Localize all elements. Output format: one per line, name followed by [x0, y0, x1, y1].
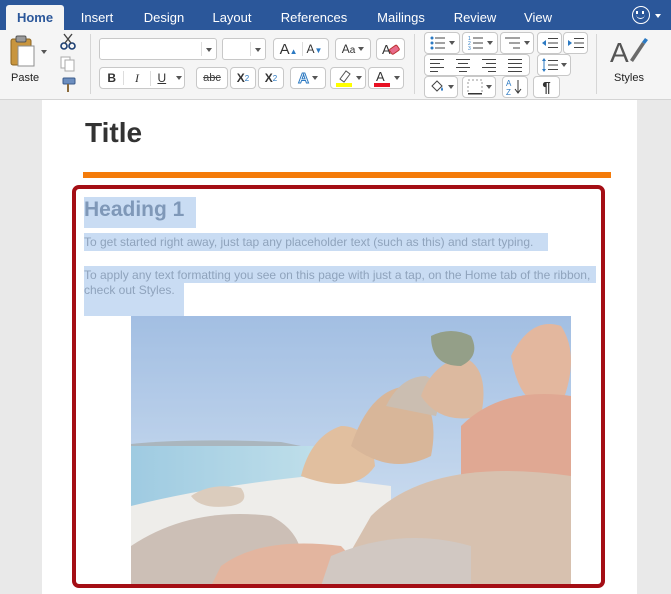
underline-button[interactable]: U — [151, 71, 173, 85]
cut-icon[interactable] — [58, 33, 78, 51]
alignment-buttons — [424, 54, 530, 76]
text-effects-button[interactable]: A — [290, 67, 326, 89]
strikethrough-button[interactable]: abc — [196, 67, 228, 89]
tab-review[interactable]: Review — [444, 5, 506, 30]
tab-references[interactable]: References — [271, 5, 357, 30]
multilevel-list-icon — [504, 37, 520, 49]
clear-formatting-icon: A — [382, 42, 400, 57]
borders-icon — [467, 79, 482, 95]
shading-button[interactable] — [424, 76, 458, 98]
multilevel-list-button[interactable] — [500, 32, 534, 54]
grow-font-icon[interactable]: A▲ — [280, 41, 298, 58]
tab-view[interactable]: View — [514, 5, 562, 30]
highlighter-icon — [335, 70, 352, 87]
change-case-icon: Aa — [341, 42, 356, 56]
format-painter-icon[interactable] — [59, 77, 77, 93]
superscript-base: X — [264, 71, 273, 85]
shrink-font-icon[interactable]: A▼ — [307, 42, 323, 56]
title-underline-rule — [83, 172, 611, 178]
font-name-combo[interactable] — [99, 38, 217, 60]
document-title[interactable]: Title — [85, 117, 142, 149]
styles-label: Styles — [614, 72, 644, 84]
paste-label: Paste — [11, 72, 40, 84]
bold-button[interactable]: B — [100, 71, 125, 85]
chevron-down-icon — [255, 48, 261, 52]
italic-button[interactable]: I — [124, 70, 151, 86]
chevron-down-icon — [206, 48, 212, 52]
chevron-down-icon[interactable] — [176, 76, 182, 80]
feedback-caret-icon[interactable] — [655, 14, 661, 18]
align-right-icon[interactable] — [477, 58, 503, 72]
strikethrough-label: abc — [203, 72, 221, 84]
numbering-button[interactable]: 1 2 3 — [462, 32, 498, 54]
ribbon-separator — [596, 34, 597, 94]
sort-button[interactable]: A Z — [502, 76, 528, 98]
line-spacing-icon — [541, 58, 558, 72]
highlight-annotation-frame — [72, 185, 605, 588]
sort-icon: A Z — [506, 79, 522, 96]
svg-text:Z: Z — [506, 88, 511, 96]
svg-text:3: 3 — [468, 46, 471, 50]
highlight-color-button[interactable] — [330, 67, 366, 89]
subscript-base: X — [236, 71, 245, 85]
line-spacing-button[interactable] — [537, 54, 571, 76]
tab-layout[interactable]: Layout — [201, 5, 263, 30]
align-center-icon[interactable] — [451, 58, 477, 72]
subscript-button[interactable]: X2 — [230, 67, 256, 89]
align-left-icon[interactable] — [425, 58, 451, 72]
clear-formatting-button[interactable]: A — [376, 38, 405, 60]
font-color-icon: A — [373, 69, 390, 87]
shading-bucket-icon — [430, 80, 443, 92]
subscript-mark: 2 — [244, 73, 250, 83]
ribbon-separator — [414, 34, 415, 94]
text-format-buttons: B I U — [99, 67, 185, 89]
tab-home[interactable]: Home — [6, 5, 64, 30]
font-size-combo[interactable] — [222, 38, 266, 60]
bullets-icon — [430, 36, 445, 50]
font-color-button[interactable]: A — [368, 67, 404, 89]
show-formatting-button[interactable]: ¶ — [533, 76, 560, 98]
borders-button[interactable] — [462, 76, 496, 98]
ribbon-separator — [90, 34, 91, 94]
decrease-indent-icon — [541, 38, 558, 48]
paste-button[interactable] — [8, 35, 48, 71]
clipboard-icon — [10, 35, 47, 67]
text-effects-icon: A — [298, 69, 310, 87]
svg-text:A: A — [506, 79, 512, 88]
increase-indent-icon — [567, 38, 584, 48]
numbering-icon: 1 2 3 — [468, 36, 483, 50]
svg-text:A: A — [376, 69, 385, 84]
justify-icon[interactable] — [503, 58, 529, 72]
tab-design[interactable]: Design — [133, 5, 195, 30]
superscript-button[interactable]: X2 — [258, 67, 284, 89]
change-case-button[interactable]: Aa — [335, 38, 371, 60]
copy-icon[interactable] — [60, 56, 76, 72]
tab-insert[interactable]: Insert — [69, 5, 125, 30]
svg-text:A: A — [610, 37, 629, 68]
increase-indent-button[interactable] — [563, 32, 588, 54]
superscript-mark: 2 — [272, 73, 278, 83]
pilcrow-icon: ¶ — [542, 78, 551, 96]
font-size-buttons: A▲ A▼ — [273, 38, 329, 60]
decrease-indent-button[interactable] — [537, 32, 562, 54]
bullets-button[interactable] — [424, 32, 460, 54]
tab-mailings[interactable]: Mailings — [366, 5, 436, 30]
styles-icon: A — [610, 37, 648, 68]
feedback-smiley-icon[interactable] — [632, 6, 650, 24]
